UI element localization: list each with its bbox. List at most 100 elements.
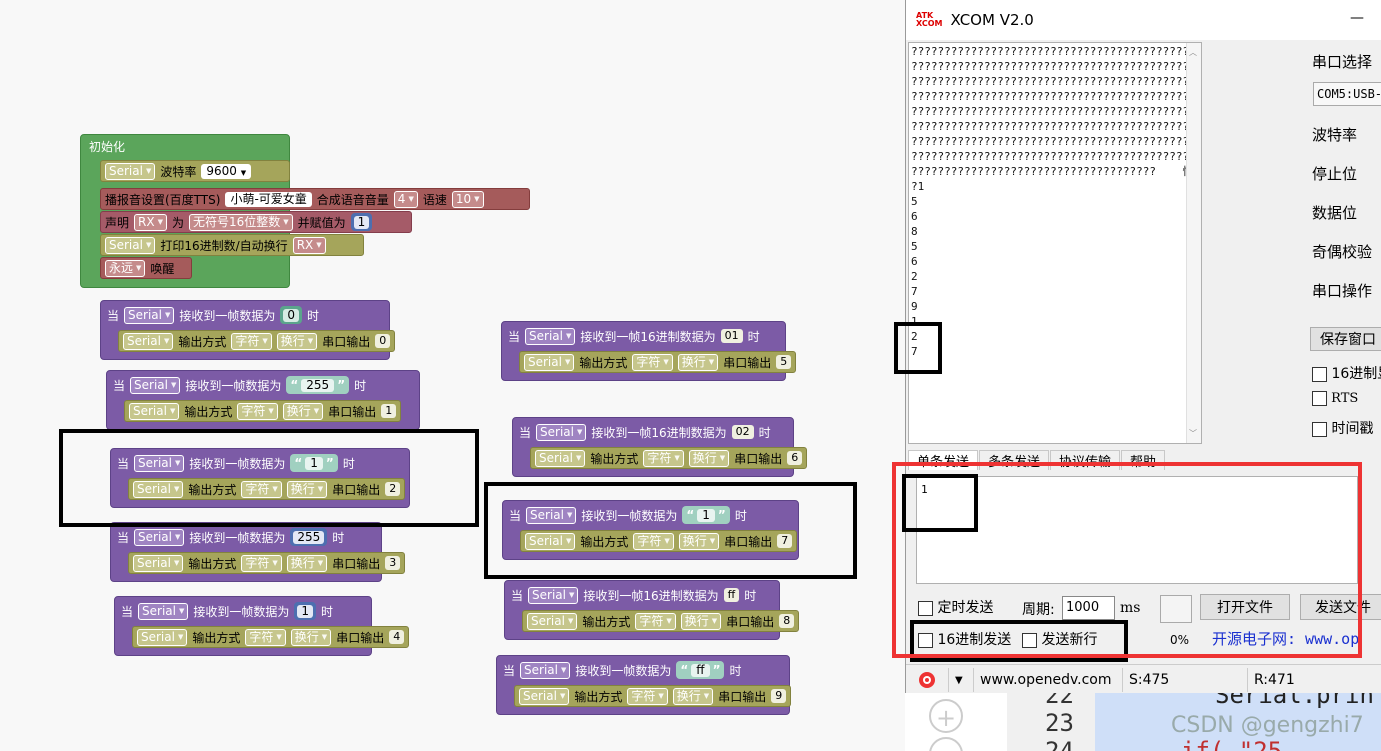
serial-dropdown[interactable]: Serial ▼: [134, 528, 185, 546]
output-value-field[interactable]: 9: [771, 689, 787, 703]
minimize-button[interactable]: —: [1350, 10, 1364, 26]
output-value-field[interactable]: 5: [776, 355, 792, 369]
serial-dropdown[interactable]: Serial ▼: [519, 687, 570, 705]
volume-dropdown[interactable]: 4 ▼: [393, 190, 418, 208]
serial-dropdown[interactable]: Serial ▼: [129, 402, 180, 420]
var-type-dropdown[interactable]: 无符号16位整数 ▼: [188, 213, 293, 231]
number-value-block[interactable]: 255: [290, 528, 328, 546]
print-var-block[interactable]: RX ▼: [292, 236, 326, 254]
serial-dropdown[interactable]: Serial ▼: [137, 628, 188, 646]
serial-dropdown[interactable]: Serial ▼: [105, 162, 156, 180]
output-value-field[interactable]: 4: [389, 630, 405, 644]
status-bar: ▼ www.openedv.com S:475 R:471: [906, 664, 1381, 695]
newline-dropdown[interactable]: 换行 ▼: [688, 449, 730, 467]
rts-checkbox[interactable]: RTS: [1312, 391, 1358, 406]
serial-dropdown[interactable]: Serial ▼: [524, 353, 575, 371]
hex-display-checkbox[interactable]: 16进制显: [1312, 363, 1381, 383]
newline-dropdown[interactable]: 换行 ▼: [286, 554, 328, 572]
event-header: 当 Serial ▼ 接收到一帧数据为 “ff” 时: [499, 659, 745, 681]
var-name-field[interactable]: RX ▼: [134, 213, 167, 231]
output-value-field[interactable]: 3: [385, 556, 401, 570]
serial-output-row[interactable]: Serial ▼ 输出方式 字符 ▼ 换行 ▼ 串口输出 5: [519, 351, 797, 373]
newline-dropdown[interactable]: 换行 ▼: [672, 687, 714, 705]
assign-value-block[interactable]: 1: [350, 213, 373, 231]
char-dropdown[interactable]: 字符 ▼: [241, 554, 282, 572]
output-value-field[interactable]: 0: [375, 334, 391, 348]
baud-dropdown[interactable]: 9600 ▼: [201, 163, 252, 179]
output-mode-label: 输出方式: [178, 334, 227, 349]
serial-out-label: 串口输出: [328, 404, 377, 419]
serial-dropdown[interactable]: Serial ▼: [138, 602, 189, 620]
receive-area[interactable]: ????????????????????????????????????????…: [908, 42, 1202, 444]
serial-dropdown[interactable]: Serial ▼: [520, 661, 571, 679]
receive-line: 2: [911, 330, 918, 343]
event-header: 当 Serial ▼ 接收到一帧16进制数据为 ff 时: [507, 584, 760, 606]
declare-row[interactable]: 声明 RX ▼ 为 无符号16位整数 ▼ 并赋值为 1: [100, 211, 412, 233]
char-dropdown[interactable]: 字符 ▼: [231, 332, 272, 350]
hex-value-field[interactable]: 02: [731, 425, 754, 439]
serial-dropdown[interactable]: Serial ▼: [536, 423, 587, 441]
serial-output-row[interactable]: Serial ▼ 输出方式 字符 ▼ 换行 ▼ 串口输出 3: [128, 552, 406, 574]
string-value-block[interactable]: “ff”: [676, 661, 725, 679]
receive-line: ????????????????????????????????????????…: [911, 75, 1202, 88]
number-value-block[interactable]: 1: [294, 602, 317, 620]
number-value-block[interactable]: 0: [280, 306, 303, 324]
serial-dropdown[interactable]: Serial ▼: [133, 554, 184, 572]
serial-dropdown[interactable]: Serial ▼: [123, 332, 174, 350]
save-window-button[interactable]: 保存窗口: [1310, 327, 1381, 351]
line-number: 23: [1045, 709, 1074, 737]
status-url[interactable]: www.openedv.com: [974, 668, 1123, 692]
char-dropdown[interactable]: 字符 ▼: [627, 687, 668, 705]
receive-scrollbar[interactable]: ︿ ﹀: [1186, 43, 1201, 443]
timestamp-checkbox[interactable]: 时间戳: [1312, 418, 1373, 438]
newline-dropdown[interactable]: 换行 ▼: [276, 332, 318, 350]
serial-output-row[interactable]: Serial ▼ 输出方式 字符 ▼ 换行 ▼ 串口输出 4: [132, 626, 410, 648]
char-dropdown[interactable]: 字符 ▼: [635, 612, 676, 630]
port-select-dropdown[interactable]: COM5:USB-: [1313, 82, 1381, 106]
settings-icon[interactable]: [906, 668, 949, 692]
output-value-field[interactable]: 1: [381, 404, 397, 418]
event-header: 当 Serial ▼ 接收到一帧数据为 “255” 时: [109, 374, 370, 396]
serial-dropdown[interactable]: Serial ▼: [105, 236, 156, 254]
char-dropdown[interactable]: 字符 ▼: [632, 353, 673, 371]
then-label: 时: [354, 378, 367, 393]
tts-row[interactable]: 播报音设置(百度TTS) 小萌-可爱女童 合成语音音量 4 ▼ 语速 10 ▼: [100, 188, 530, 210]
serial-dropdown[interactable]: Serial ▼: [124, 306, 175, 324]
serial-output-row[interactable]: Serial ▼ 输出方式 字符 ▼ 换行 ▼ 串口输出 6: [530, 447, 808, 469]
init-baud-row[interactable]: Serial ▼ 波特率 9600 ▼: [100, 160, 290, 182]
forever-dropdown[interactable]: 永远 ▼: [105, 259, 146, 277]
then-label: 时: [729, 663, 742, 678]
char-dropdown[interactable]: 字符 ▼: [245, 628, 286, 646]
serial-output-row[interactable]: Serial ▼ 输出方式 字符 ▼ 换行 ▼ 串口输出 9: [514, 685, 792, 707]
zoom-in-icon[interactable]: +: [929, 699, 963, 733]
newline-dropdown[interactable]: 换行 ▼: [680, 612, 722, 630]
speed-dropdown[interactable]: 10 ▼: [451, 190, 484, 208]
dropdown-arrow-icon[interactable]: ▼: [949, 668, 974, 692]
string-value-block[interactable]: “255”: [286, 376, 350, 394]
serial-dropdown[interactable]: Serial ▼: [527, 612, 578, 630]
wake-row[interactable]: 永远 ▼ 唤醒: [100, 257, 192, 279]
serial-dropdown[interactable]: Serial ▼: [130, 376, 181, 394]
output-value-field[interactable]: 6: [787, 451, 803, 465]
serial-out-label: 串口输出: [332, 556, 381, 571]
serial-output-row[interactable]: Serial ▼ 输出方式 字符 ▼ 换行 ▼ 串口输出 8: [522, 610, 800, 632]
serial-dropdown[interactable]: Serial ▼: [528, 586, 579, 604]
serial-output-row[interactable]: Serial ▼ 输出方式 字符 ▼ 换行 ▼ 串口输出 0: [118, 330, 396, 352]
zoom-out-icon[interactable]: [929, 737, 963, 751]
serial-dropdown[interactable]: Serial ▼: [535, 449, 586, 467]
receive-line: 8: [911, 225, 918, 238]
when-label: 当: [113, 378, 126, 393]
newline-dropdown[interactable]: 换行 ▼: [677, 353, 719, 371]
voice-dropdown[interactable]: 小萌-可爱女童: [225, 191, 312, 207]
char-dropdown[interactable]: 字符 ▼: [237, 402, 278, 420]
newline-dropdown[interactable]: 换行 ▼: [282, 402, 324, 420]
serial-output-row[interactable]: Serial ▼ 输出方式 字符 ▼ 换行 ▼ 串口输出 1: [124, 400, 402, 422]
char-dropdown[interactable]: 字符 ▼: [643, 449, 684, 467]
hex-value-field[interactable]: ff: [723, 588, 740, 602]
hex-value-field[interactable]: 01: [720, 329, 743, 343]
output-value-field[interactable]: 8: [779, 614, 795, 628]
print-row[interactable]: Serial ▼ 打印16进制数/自动换行 RX ▼: [100, 234, 364, 256]
serial-dropdown[interactable]: Serial ▼: [525, 327, 576, 345]
receive-line: 5: [911, 195, 918, 208]
newline-dropdown[interactable]: 换行 ▼: [290, 628, 332, 646]
